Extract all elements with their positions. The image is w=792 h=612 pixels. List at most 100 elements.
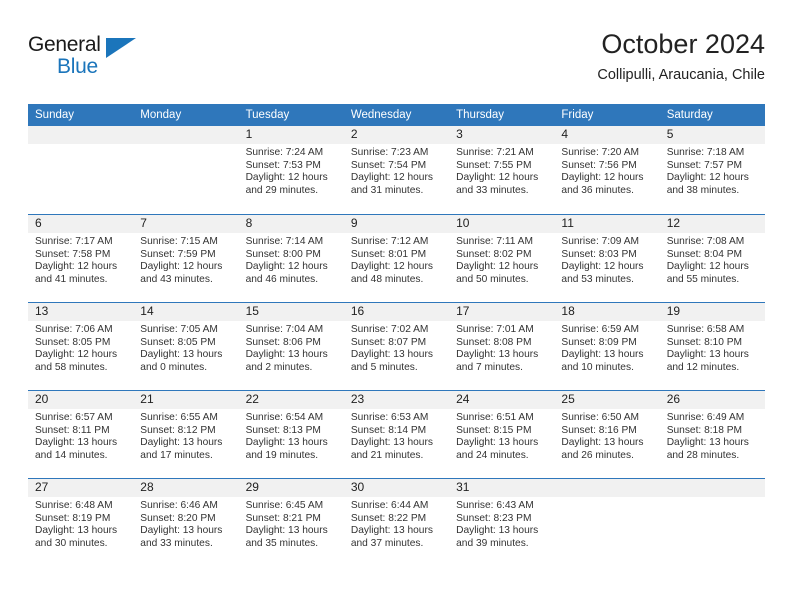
daylight-text: Daylight: 13 hours and 19 minutes.: [245, 437, 328, 461]
day-sun-info: Sunrise: 6:48 AM Sunset: 8:19 PM Daylight:…: [28, 497, 133, 550]
sunset-text: Sunset: 8:04 PM: [666, 248, 743, 260]
day-number: 19: [659, 303, 765, 321]
day-number: 30: [343, 479, 450, 497]
calendar-day-cell[interactable]: 20 Sunrise: 6:57 AM Sunset: 8:11 PM Dayligh…: [28, 391, 134, 478]
sunset-text: Sunset: 8:11 PM: [35, 424, 110, 436]
sunset-text: Sunset: 8:23 PM: [456, 512, 532, 524]
calendar-day-cell[interactable]: 6 Sunrise: 7:17 AM Sunset: 7:58 PM Daylight…: [28, 215, 134, 302]
day-sun-info: Sunrise: 7:24 AM Sunset: 7:53 PM Daylight:…: [239, 144, 344, 197]
calendar-day-cell[interactable]: 22 Sunrise: 6:54 AM Sunset: 8:13 PM Dayligh…: [238, 391, 344, 478]
day-sun-info: Sunrise: 6:46 AM Sunset: 8:20 PM Daylight:…: [133, 497, 238, 550]
sunrise-text: Sunrise: 7:04 AM: [245, 324, 324, 335]
day-sun-info: Sunrise: 7:14 AM Sunset: 8:00 PM Daylight:…: [239, 233, 344, 286]
sunrise-text: Sunrise: 7:02 AM: [350, 324, 429, 335]
sunrise-text: Sunrise: 6:51 AM: [456, 412, 534, 423]
calendar-page: General Blue October 2024 Collipulli, Ar…: [0, 0, 792, 612]
sunset-text: Sunset: 8:18 PM: [666, 424, 743, 436]
sunrise-text: Sunrise: 6:58 AM: [666, 324, 745, 335]
calendar-day-cell[interactable]: 16 Sunrise: 7:02 AM Sunset: 8:07 PM Dayligh…: [343, 303, 450, 390]
sunset-text: Sunset: 8:05 PM: [35, 336, 111, 348]
page-subtitle: Collipulli, Araucania, Chile: [597, 67, 765, 83]
calendar-day-cell[interactable]: 1 Sunrise: 7:24 AM Sunset: 7:53 PM Daylight…: [238, 126, 344, 214]
daylight-text: Daylight: 12 hours and 50 minutes.: [456, 261, 539, 285]
calendar-weeks: 1 Sunrise: 7:24 AM Sunset: 7:53 PM Daylight…: [28, 126, 765, 566]
sunset-text: Sunset: 8:06 PM: [245, 336, 321, 348]
daylight-text: Daylight: 13 hours and 2 minutes.: [245, 349, 328, 373]
sunset-text: Sunset: 8:14 PM: [350, 424, 427, 436]
calendar-day-cell[interactable]: 8 Sunrise: 7:14 AM Sunset: 8:00 PM Daylight…: [238, 215, 344, 302]
day-sun-info: Sunrise: 6:44 AM Sunset: 8:22 PM Daylight:…: [344, 497, 449, 550]
sunrise-text: Sunrise: 7:06 AM: [35, 324, 113, 335]
calendar-day-cell[interactable]: 7 Sunrise: 7:15 AM Sunset: 7:59 PM Daylight…: [133, 215, 239, 302]
day-number: 8: [238, 215, 344, 233]
calendar-day-cell[interactable]: 3 Sunrise: 7:21 AM Sunset: 7:55 PM Daylight…: [449, 126, 555, 214]
day-sun-info: Sunrise: 7:17 AM Sunset: 7:58 PM Daylight:…: [28, 233, 133, 286]
calendar-day-cell[interactable]: 9 Sunrise: 7:12 AM Sunset: 8:01 PM Daylight…: [343, 215, 450, 302]
calendar-day-cell[interactable]: 2 Sunrise: 7:23 AM Sunset: 7:54 PM Daylight…: [343, 126, 450, 214]
daylight-text: Daylight: 12 hours and 29 minutes.: [245, 172, 328, 196]
sunrise-text: Sunrise: 6:53 AM: [350, 412, 429, 423]
calendar-day-cell[interactable]: 19 Sunrise: 6:58 AM Sunset: 8:10 PM Dayligh…: [659, 303, 765, 390]
weekday-header-saturday: Saturday: [666, 109, 713, 121]
day-number: 2: [343, 126, 450, 144]
daylight-text: Daylight: 13 hours and 10 minutes.: [561, 349, 644, 373]
sunset-text: Sunset: 7:57 PM: [666, 159, 743, 171]
sunset-text: Sunset: 7:59 PM: [140, 248, 216, 260]
weekday-header-tuesday: Tuesday: [245, 109, 290, 121]
sunset-text: Sunset: 7:55 PM: [456, 159, 532, 171]
daylight-text: Daylight: 12 hours and 53 minutes.: [561, 261, 644, 285]
calendar-day-cell[interactable]: 18 Sunrise: 6:59 AM Sunset: 8:09 PM Dayligh…: [554, 303, 660, 390]
calendar-day-cell-empty: [554, 479, 660, 566]
daylight-text: Daylight: 13 hours and 35 minutes.: [245, 525, 328, 549]
sunrise-text: Sunrise: 7:09 AM: [561, 236, 639, 247]
calendar-day-cell[interactable]: 27 Sunrise: 6:48 AM Sunset: 8:19 PM Dayligh…: [28, 479, 134, 566]
calendar-day-cell[interactable]: 12 Sunrise: 7:08 AM Sunset: 8:04 PM Dayligh…: [659, 215, 765, 302]
sunset-text: Sunset: 8:02 PM: [456, 248, 532, 260]
day-number: 22: [238, 391, 344, 409]
calendar-day-cell[interactable]: 29 Sunrise: 6:45 AM Sunset: 8:21 PM Dayligh…: [238, 479, 344, 566]
calendar-day-cell[interactable]: 5 Sunrise: 7:18 AM Sunset: 7:57 PM Daylight…: [659, 126, 765, 214]
day-number: 3: [449, 126, 555, 144]
day-number: 6: [28, 215, 134, 233]
sunrise-text: Sunrise: 7:14 AM: [245, 236, 324, 247]
calendar-day-cell[interactable]: 21 Sunrise: 6:55 AM Sunset: 8:12 PM Dayligh…: [133, 391, 239, 478]
calendar-day-cell[interactable]: 31 Sunrise: 6:43 AM Sunset: 8:23 PM Dayligh…: [449, 479, 555, 566]
day-number: 12: [659, 215, 765, 233]
sunrise-text: Sunrise: 7:18 AM: [666, 147, 745, 158]
daylight-text: Daylight: 13 hours and 17 minutes.: [140, 437, 223, 461]
title-block: October 2024 Collipulli, Araucania, Chil…: [597, 28, 765, 84]
calendar-day-cell[interactable]: 15 Sunrise: 7:04 AM Sunset: 8:06 PM Dayligh…: [238, 303, 344, 390]
sunrise-text: Sunrise: 7:01 AM: [456, 324, 534, 335]
daylight-text: Daylight: 13 hours and 39 minutes.: [456, 525, 539, 549]
calendar-day-cell[interactable]: 30 Sunrise: 6:44 AM Sunset: 8:22 PM Dayligh…: [343, 479, 450, 566]
calendar-day-cell[interactable]: 24 Sunrise: 6:51 AM Sunset: 8:15 PM Dayligh…: [449, 391, 555, 478]
daylight-text: Daylight: 12 hours and 41 minutes.: [35, 261, 118, 285]
day-number: 24: [449, 391, 555, 409]
calendar-day-cell[interactable]: 28 Sunrise: 6:46 AM Sunset: 8:20 PM Dayligh…: [133, 479, 239, 566]
sunrise-text: Sunrise: 7:21 AM: [456, 147, 534, 158]
day-number: 9: [343, 215, 450, 233]
daylight-text: Daylight: 13 hours and 14 minutes.: [35, 437, 118, 461]
day-number: [28, 126, 134, 144]
calendar-day-cell[interactable]: 10 Sunrise: 7:11 AM Sunset: 8:02 PM Dayligh…: [449, 215, 555, 302]
day-number: 14: [133, 303, 239, 321]
daylight-text: Daylight: 13 hours and 12 minutes.: [666, 349, 749, 373]
sunset-text: Sunset: 8:20 PM: [140, 512, 216, 524]
calendar-day-cell[interactable]: 25 Sunrise: 6:50 AM Sunset: 8:16 PM Dayligh…: [554, 391, 660, 478]
day-number: 26: [659, 391, 765, 409]
day-sun-info: Sunrise: 6:55 AM Sunset: 8:12 PM Daylight:…: [133, 409, 238, 462]
calendar-day-cell[interactable]: 13 Sunrise: 7:06 AM Sunset: 8:05 PM Dayligh…: [28, 303, 134, 390]
daylight-text: Daylight: 12 hours and 46 minutes.: [245, 261, 328, 285]
sunrise-text: Sunrise: 7:05 AM: [140, 324, 218, 335]
sunrise-text: Sunrise: 6:59 AM: [561, 324, 639, 335]
calendar-day-cell[interactable]: 14 Sunrise: 7:05 AM Sunset: 8:05 PM Dayligh…: [133, 303, 239, 390]
sunset-text: Sunset: 7:54 PM: [350, 159, 427, 171]
calendar-day-cell[interactable]: 4 Sunrise: 7:20 AM Sunset: 7:56 PM Daylight…: [554, 126, 660, 214]
general-blue-logo[interactable]: General Blue: [28, 32, 148, 82]
calendar-day-cell[interactable]: 26 Sunrise: 6:49 AM Sunset: 8:18 PM Dayligh…: [659, 391, 765, 478]
calendar-day-cell[interactable]: 11 Sunrise: 7:09 AM Sunset: 8:03 PM Dayligh…: [554, 215, 660, 302]
calendar-day-cell[interactable]: 17 Sunrise: 7:01 AM Sunset: 8:08 PM Dayligh…: [449, 303, 555, 390]
daylight-text: Daylight: 12 hours and 36 minutes.: [561, 172, 644, 196]
logo-text-blue: Blue: [57, 55, 98, 78]
calendar-day-cell[interactable]: 23 Sunrise: 6:53 AM Sunset: 8:14 PM Dayligh…: [343, 391, 450, 478]
